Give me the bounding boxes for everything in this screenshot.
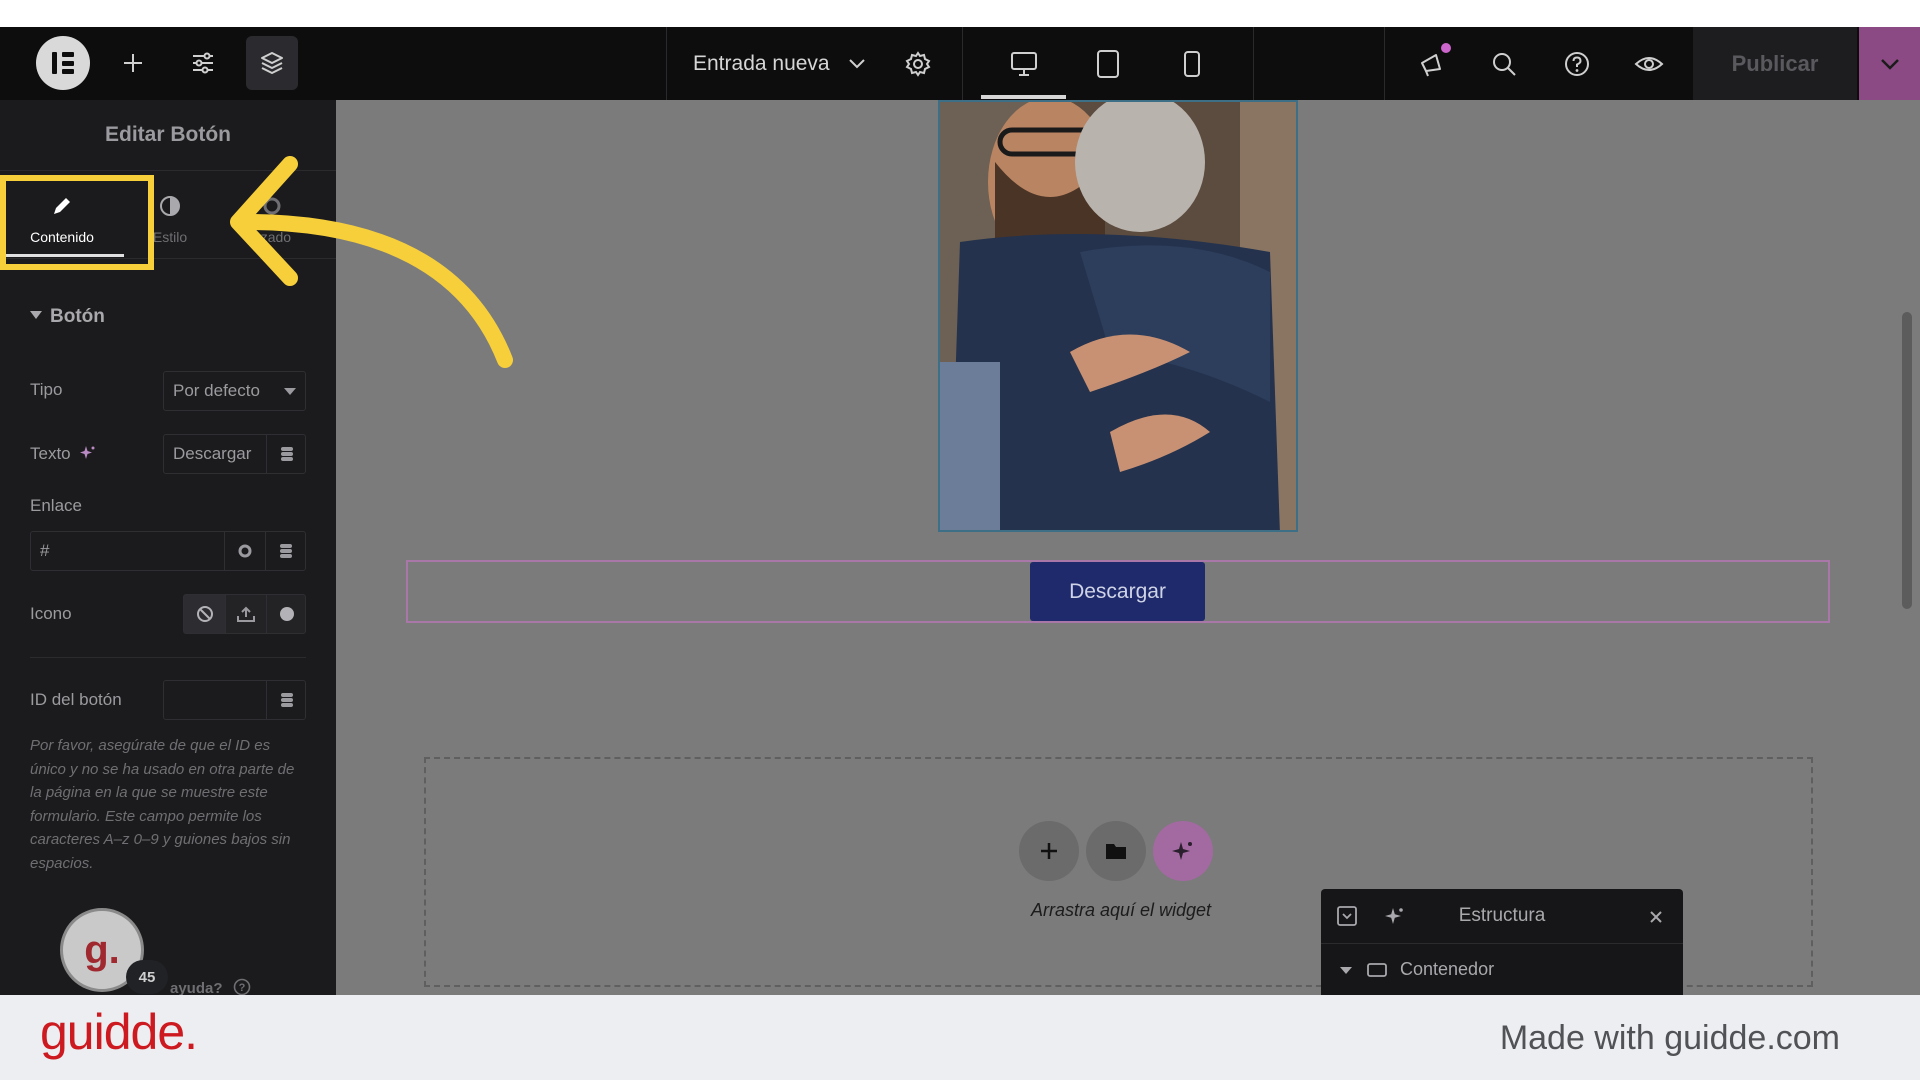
link-label: Enlace	[30, 496, 82, 515]
section-button-toggle[interactable]: Botón	[30, 306, 105, 328]
text-input-value: Descargar	[173, 444, 252, 463]
text-input[interactable]: Descargar	[163, 434, 306, 474]
section-title: Botón	[50, 306, 105, 327]
site-settings-button[interactable]	[177, 36, 229, 90]
dynamic-tags-button[interactable]	[265, 532, 306, 570]
made-with-text: Made with guidde.com	[1499, 1019, 1840, 1057]
button-id-help-text: Por favor, asegúrate de que el ID es úni…	[30, 737, 295, 872]
elementor-logo-icon[interactable]	[36, 36, 90, 90]
tablet-icon	[1097, 49, 1119, 78]
publish-button[interactable]: Publicar	[1693, 27, 1857, 100]
structure-title: Estructura	[1458, 905, 1546, 926]
caret-down-icon	[30, 311, 42, 319]
icon-none-option[interactable]	[184, 595, 225, 633]
icon-upload-option[interactable]	[225, 595, 266, 633]
chevron-down-icon	[1880, 58, 1899, 70]
preview-button[interactable]	[1629, 27, 1669, 100]
link-input-value: #	[40, 541, 50, 560]
button-id-label: ID del botón	[30, 690, 122, 709]
text-label: Texto	[30, 444, 97, 464]
chevron-down-icon	[849, 58, 865, 68]
icon-picker	[183, 594, 306, 634]
canvas-scrollbar[interactable]	[1902, 312, 1912, 609]
eye-icon	[1634, 56, 1664, 71]
download-button[interactable]: Descargar	[1030, 562, 1205, 621]
circle-icon	[279, 607, 294, 621]
upload-icon	[237, 606, 255, 622]
svg-text:?: ?	[238, 982, 245, 994]
structure-item-container[interactable]: Contenedor	[1400, 943, 1494, 995]
add-element-button[interactable]	[107, 36, 159, 90]
add-template-button[interactable]	[1086, 821, 1146, 881]
dynamic-tags-button[interactable]	[266, 681, 306, 719]
search-button[interactable]	[1484, 27, 1524, 100]
layers-icon	[261, 52, 283, 74]
folder-icon	[1106, 844, 1126, 859]
button-id-input[interactable]	[163, 680, 306, 720]
type-label: Tipo	[30, 380, 63, 399]
dynamic-tags-button[interactable]	[266, 435, 306, 473]
link-input[interactable]: #	[30, 531, 306, 571]
help-icon: ?	[233, 978, 250, 995]
highlight-box	[0, 175, 154, 270]
ai-sparkle-icon[interactable]	[79, 444, 97, 462]
database-icon	[280, 693, 293, 707]
add-icon	[124, 54, 142, 72]
page-title-dropdown[interactable]	[842, 27, 872, 100]
guidde-footer: guidde. Made with guidde.com	[0, 995, 1920, 1080]
close-icon[interactable]	[1648, 909, 1664, 925]
guidde-avatar-letter: g.	[84, 927, 120, 972]
help-icon	[1565, 51, 1589, 76]
text-label-text: Texto	[30, 444, 71, 463]
help-button[interactable]	[1557, 27, 1597, 100]
database-icon	[280, 544, 292, 558]
active-device-indicator	[981, 95, 1066, 99]
notification-count-badge: 45	[126, 960, 168, 994]
publish-options-button[interactable]	[1859, 27, 1920, 100]
caret-down-icon[interactable]	[1339, 966, 1353, 976]
structure-button[interactable]	[246, 36, 298, 90]
gear-icon	[905, 50, 931, 77]
container-icon	[1367, 963, 1387, 977]
caret-down-icon	[284, 388, 296, 395]
structure-panel: Estructura Contenedor	[1321, 889, 1683, 995]
desktop-icon	[1011, 51, 1037, 76]
help-link-text: ayuda?	[170, 980, 223, 995]
screenshot: Entrada nueva Publicar Editar Botón Cont…	[0, 0, 1920, 1080]
editor-topbar: Entrada nueva Publicar	[0, 27, 1920, 100]
contrast-icon	[160, 196, 180, 216]
hug-photo-image[interactable]	[938, 100, 1298, 532]
megaphone-icon	[1421, 53, 1441, 76]
page-settings-button[interactable]	[898, 27, 938, 100]
tablet-view-button[interactable]	[1090, 27, 1126, 100]
icon-library-option[interactable]	[266, 595, 306, 633]
notification-dot	[1441, 43, 1451, 53]
curved-arrow-annotation	[230, 156, 513, 368]
dropzone-hint: Arrastra aquí el widget	[1030, 900, 1212, 920]
whats-new-button[interactable]	[1413, 27, 1453, 100]
search-icon	[1493, 52, 1516, 76]
desktop-view-button[interactable]	[1004, 27, 1044, 100]
ai-sparkle-icon	[1172, 842, 1192, 860]
guidde-logo: guidde.	[40, 1004, 198, 1060]
ai-generate-button[interactable]	[1153, 821, 1213, 881]
link-options-button[interactable]	[224, 532, 265, 570]
help-link[interactable]: ayuda? ?	[170, 978, 251, 995]
icon-label: Icono	[30, 604, 72, 623]
database-icon	[280, 447, 293, 461]
photo-illustration	[940, 102, 1296, 530]
gear-icon	[238, 544, 252, 558]
add-section-button[interactable]	[1019, 821, 1079, 881]
sliders-icon	[193, 52, 213, 74]
mobile-icon	[1184, 50, 1200, 77]
ban-icon	[196, 606, 213, 622]
page-title[interactable]: Entrada nueva	[693, 27, 830, 100]
editor-canvas: Descargar Arrastra aquí el widget	[336, 100, 1920, 995]
mobile-view-button[interactable]	[1174, 27, 1210, 100]
add-icon	[1041, 843, 1057, 859]
